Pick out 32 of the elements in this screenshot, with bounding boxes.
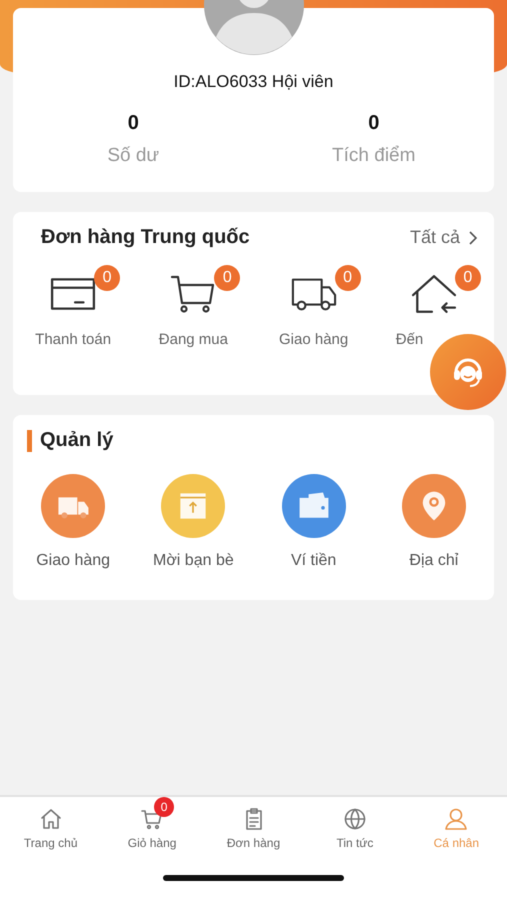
chevron-right-icon	[468, 230, 478, 246]
manage-label: Ví tiền	[290, 552, 336, 570]
section-title: Đơn hàng Trung quốc	[41, 226, 250, 249]
order-status-label: Đang mua	[158, 331, 228, 348]
count-badge: 0	[454, 265, 481, 291]
accent-bar	[27, 430, 32, 452]
tab[interactable]: Trang chủ	[0, 797, 102, 850]
stat-label: Tích điểm	[332, 145, 416, 167]
count-badge: 0	[154, 797, 174, 817]
count-badge: 0	[214, 265, 240, 291]
manage-label: Địa chỉ	[409, 552, 458, 570]
stat-value: 0	[128, 112, 139, 135]
tab[interactable]: Tin tức	[304, 797, 406, 850]
tab[interactable]: Đơn hàng	[202, 797, 304, 850]
manage-label: Mời bạn bè	[152, 552, 234, 570]
person-icon	[444, 807, 468, 831]
member-id: ID:ALO6033 Hội viên	[174, 72, 334, 92]
tab[interactable]: 0 Giỏ hàng	[101, 797, 203, 850]
section-title: Quản lý	[40, 429, 114, 452]
order-status-label: Đến	[396, 331, 424, 348]
cart-icon	[170, 274, 216, 314]
count-badge: 0	[334, 265, 361, 291]
order-status-label: Giao hàng	[279, 331, 348, 348]
stat-value: 0	[368, 112, 380, 135]
house-icon	[410, 274, 457, 314]
count-badge: 0	[94, 265, 120, 291]
manage-label: Giao hàng	[36, 552, 110, 570]
globe-icon	[342, 807, 367, 831]
home-icon	[38, 807, 63, 831]
stat-label: Số dư	[107, 145, 160, 167]
order-status-label: Thanh toán	[35, 331, 112, 348]
view-all-link[interactable]: Tất cả	[410, 227, 478, 248]
